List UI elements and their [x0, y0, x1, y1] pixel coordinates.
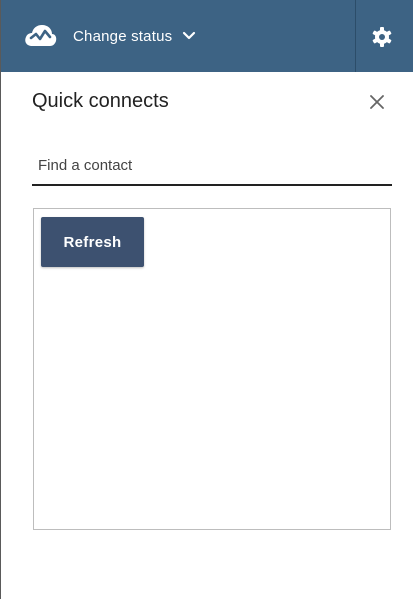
- find-contact-input[interactable]: [32, 146, 392, 186]
- close-icon: [370, 95, 384, 109]
- quick-connects-list: Refresh: [33, 208, 391, 530]
- change-status-label: Change status: [73, 27, 173, 45]
- top-bar: Change status: [1, 0, 413, 72]
- close-button[interactable]: [363, 88, 391, 116]
- cloud-connect-icon: [25, 25, 57, 46]
- panel-title: Quick connects: [32, 90, 169, 112]
- gear-icon: [372, 27, 392, 47]
- chevron-down-icon: [183, 31, 196, 40]
- ccp-window: Change status Quick connects Find a cont…: [0, 0, 413, 599]
- settings-button[interactable]: [367, 22, 397, 52]
- header-divider: [355, 0, 356, 72]
- change-status-button[interactable]: Change status: [63, 20, 206, 52]
- refresh-button[interactable]: Refresh: [41, 217, 144, 267]
